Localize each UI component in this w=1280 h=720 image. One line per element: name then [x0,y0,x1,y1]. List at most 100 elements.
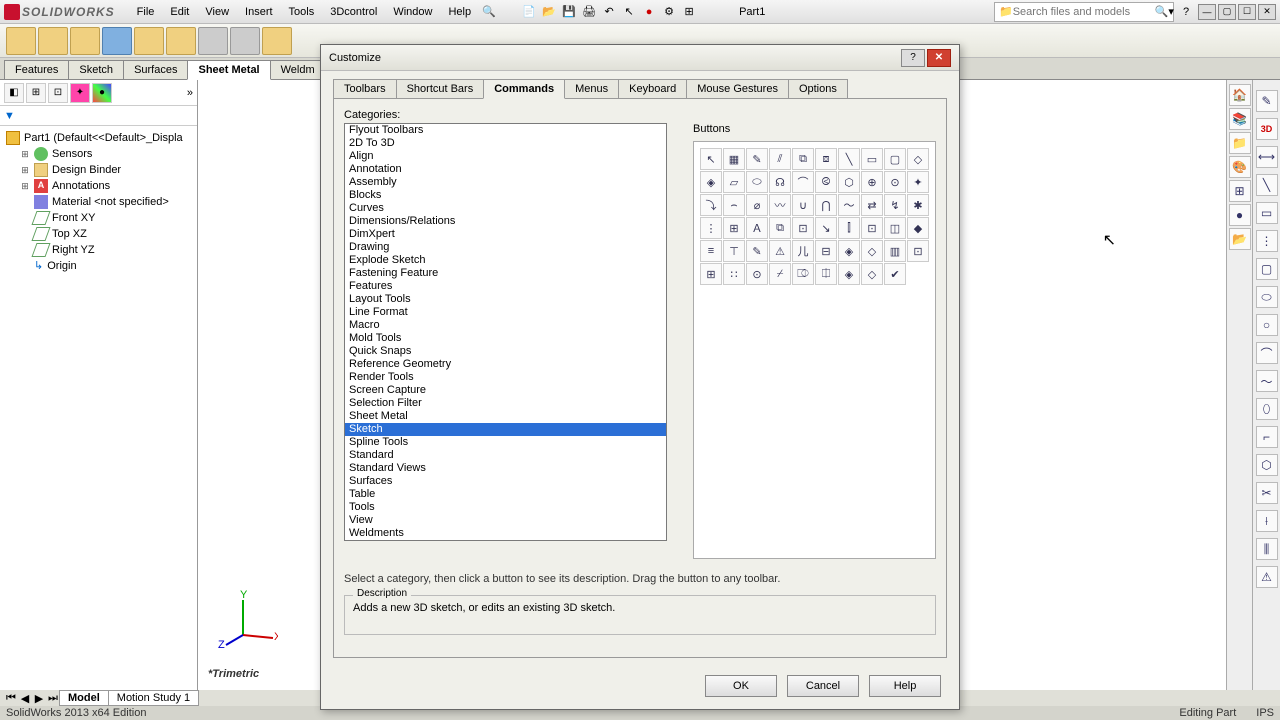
category-item[interactable]: Screen Capture [345,384,666,397]
command-button-icon[interactable]: ✦ [907,171,929,193]
expander-icon[interactable]: ⊞ [20,181,30,192]
tree-front[interactable]: Front XY [18,210,193,226]
command-button-icon[interactable]: ▭ [861,148,883,170]
command-button-icon[interactable]: ⊙ [884,171,906,193]
command-button-icon[interactable]: ⊕ [861,171,883,193]
sk-sketch-icon[interactable]: ✎ [1256,90,1278,112]
ft-icon-4[interactable]: ✦ [70,83,90,103]
sk-rect-icon[interactable]: ▭ [1256,202,1278,224]
command-button-icon[interactable]: ⧀ [815,171,837,193]
print-icon[interactable]: 🖨 [579,2,599,22]
sk-trim-icon[interactable]: ✂ [1256,482,1278,504]
tree-annotations[interactable]: ⊞ A Annotations [18,178,193,194]
dlg-tab-menus[interactable]: Menus [564,79,619,99]
category-item[interactable]: 2D To 3D [345,137,666,150]
command-button-icon[interactable]: ◫ [884,217,906,239]
tool-1-icon[interactable] [6,27,36,55]
command-button-icon[interactable]: ⧉ [769,217,791,239]
category-item[interactable]: Tools [345,501,666,514]
sk-corner-icon[interactable]: ▢ [1256,258,1278,280]
category-item[interactable]: Spline Tools [345,436,666,449]
command-button-icon[interactable]: ⧉ [792,148,814,170]
cancel-button[interactable]: Cancel [787,675,859,697]
command-button-icon[interactable]: ⼉ [792,240,814,262]
category-item[interactable]: Mold Tools [345,332,666,345]
command-button-icon[interactable]: ↖ [700,148,722,170]
tool-4-icon[interactable] [102,27,132,55]
command-button-icon[interactable]: ⌢ [723,194,745,216]
category-item[interactable]: Standard [345,449,666,462]
category-item[interactable]: Table [345,488,666,501]
command-button-icon[interactable]: ⋮ [700,217,722,239]
command-button-icon[interactable]: ◇ [861,263,883,285]
sk-ellipse-icon[interactable]: ⬯ [1256,398,1278,420]
help-button[interactable]: Help [869,675,941,697]
menu-tools[interactable]: Tools [281,2,323,22]
sk-line-icon[interactable]: ╲ [1256,174,1278,196]
command-button-icon[interactable]: ▱ [723,171,745,193]
dlg-tab-toolbars[interactable]: Toolbars [333,79,397,99]
menu-file[interactable]: File [129,2,163,22]
bottom-tab-motion[interactable]: Motion Study 1 [108,690,199,706]
command-button-icon[interactable]: ⇄ [861,194,883,216]
command-button-icon[interactable]: ◇ [861,240,883,262]
sk-spline-icon[interactable]: 〜 [1256,370,1278,392]
categories-listbox[interactable]: Flyout Toolbars2D To 3DAlignAnnotationAs… [344,123,667,541]
command-button-icon[interactable]: ⊡ [861,217,883,239]
command-button-icon[interactable]: ⚠ [769,240,791,262]
expander-icon[interactable]: ⊞ [20,165,30,176]
menu-help[interactable]: Help [440,2,479,22]
taskpane-home-icon[interactable]: 🏠 [1229,84,1251,106]
command-button-icon[interactable]: ⬡ [838,171,860,193]
tool-7-icon[interactable] [198,27,228,55]
command-button-icon[interactable]: ≡ [700,240,722,262]
tree-material[interactable]: Material <not specified> [18,194,193,210]
sk-dim-icon[interactable]: ⟷ [1256,146,1278,168]
command-button-icon[interactable]: ✔ [884,263,906,285]
category-item[interactable]: Selection Filter [345,397,666,410]
command-button-icon[interactable]: ⌿ [769,263,791,285]
dialog-titlebar[interactable]: Customize ? ✕ [321,45,959,71]
command-button-icon[interactable]: 〜 [838,194,860,216]
command-button-icon[interactable]: ⊟ [815,240,837,262]
sk-centerline-icon[interactable]: ⋮ [1256,230,1278,252]
tree-right[interactable]: Right YZ [18,242,193,258]
command-button-icon[interactable]: ⊞ [723,217,745,239]
command-button-icon[interactable]: ☊ [769,171,791,193]
command-button-icon[interactable]: ⫿ [838,217,860,239]
dlg-tab-commands[interactable]: Commands [483,79,565,99]
sk-circle-icon[interactable]: ○ [1256,314,1278,336]
ok-button[interactable]: OK [705,675,777,697]
command-button-icon[interactable]: ⋂ [815,194,837,216]
screen-icon[interactable]: ⊞ [679,2,699,22]
command-button-icon[interactable]: ⫽ [769,148,791,170]
category-item[interactable]: Fastening Feature [345,267,666,280]
options-icon[interactable]: ⚙ [659,2,679,22]
sk-mirror-icon[interactable]: ⟊ [1256,510,1278,532]
cascade-button[interactable]: ☐ [1238,4,1256,20]
command-button-icon[interactable]: ⊞ [700,263,722,285]
menu-insert[interactable]: Insert [237,2,281,22]
tool-6-icon[interactable] [166,27,196,55]
taskpane-library-icon[interactable]: 📚 [1229,108,1251,130]
expander-icon[interactable]: ⊞ [20,149,30,160]
command-button-icon[interactable]: ⊡ [792,217,814,239]
command-button-icon[interactable]: ⌒ [792,171,814,193]
undo-icon[interactable]: ↶ [599,2,619,22]
menu-view[interactable]: View [197,2,237,22]
command-button-icon[interactable]: ⬭ [746,171,768,193]
tool-9-icon[interactable] [262,27,292,55]
taskpane-folder-icon[interactable]: 📂 [1229,228,1251,250]
tool-5-icon[interactable] [134,27,164,55]
bt-nav-prev-icon[interactable]: ◀ [18,691,32,705]
tool-8-icon[interactable] [230,27,260,55]
category-item[interactable]: Align [345,150,666,163]
tab-surfaces[interactable]: Surfaces [123,60,188,79]
ft-icon-3[interactable]: ⊡ [48,83,68,103]
category-item[interactable]: Quick Snaps [345,345,666,358]
sk-poly-icon[interactable]: ⬡ [1256,454,1278,476]
close-button[interactable]: ✕ [1258,4,1276,20]
tab-sketch[interactable]: Sketch [68,60,124,79]
sk-3d-icon[interactable]: 3D [1256,118,1278,140]
category-item[interactable]: View [345,514,666,527]
